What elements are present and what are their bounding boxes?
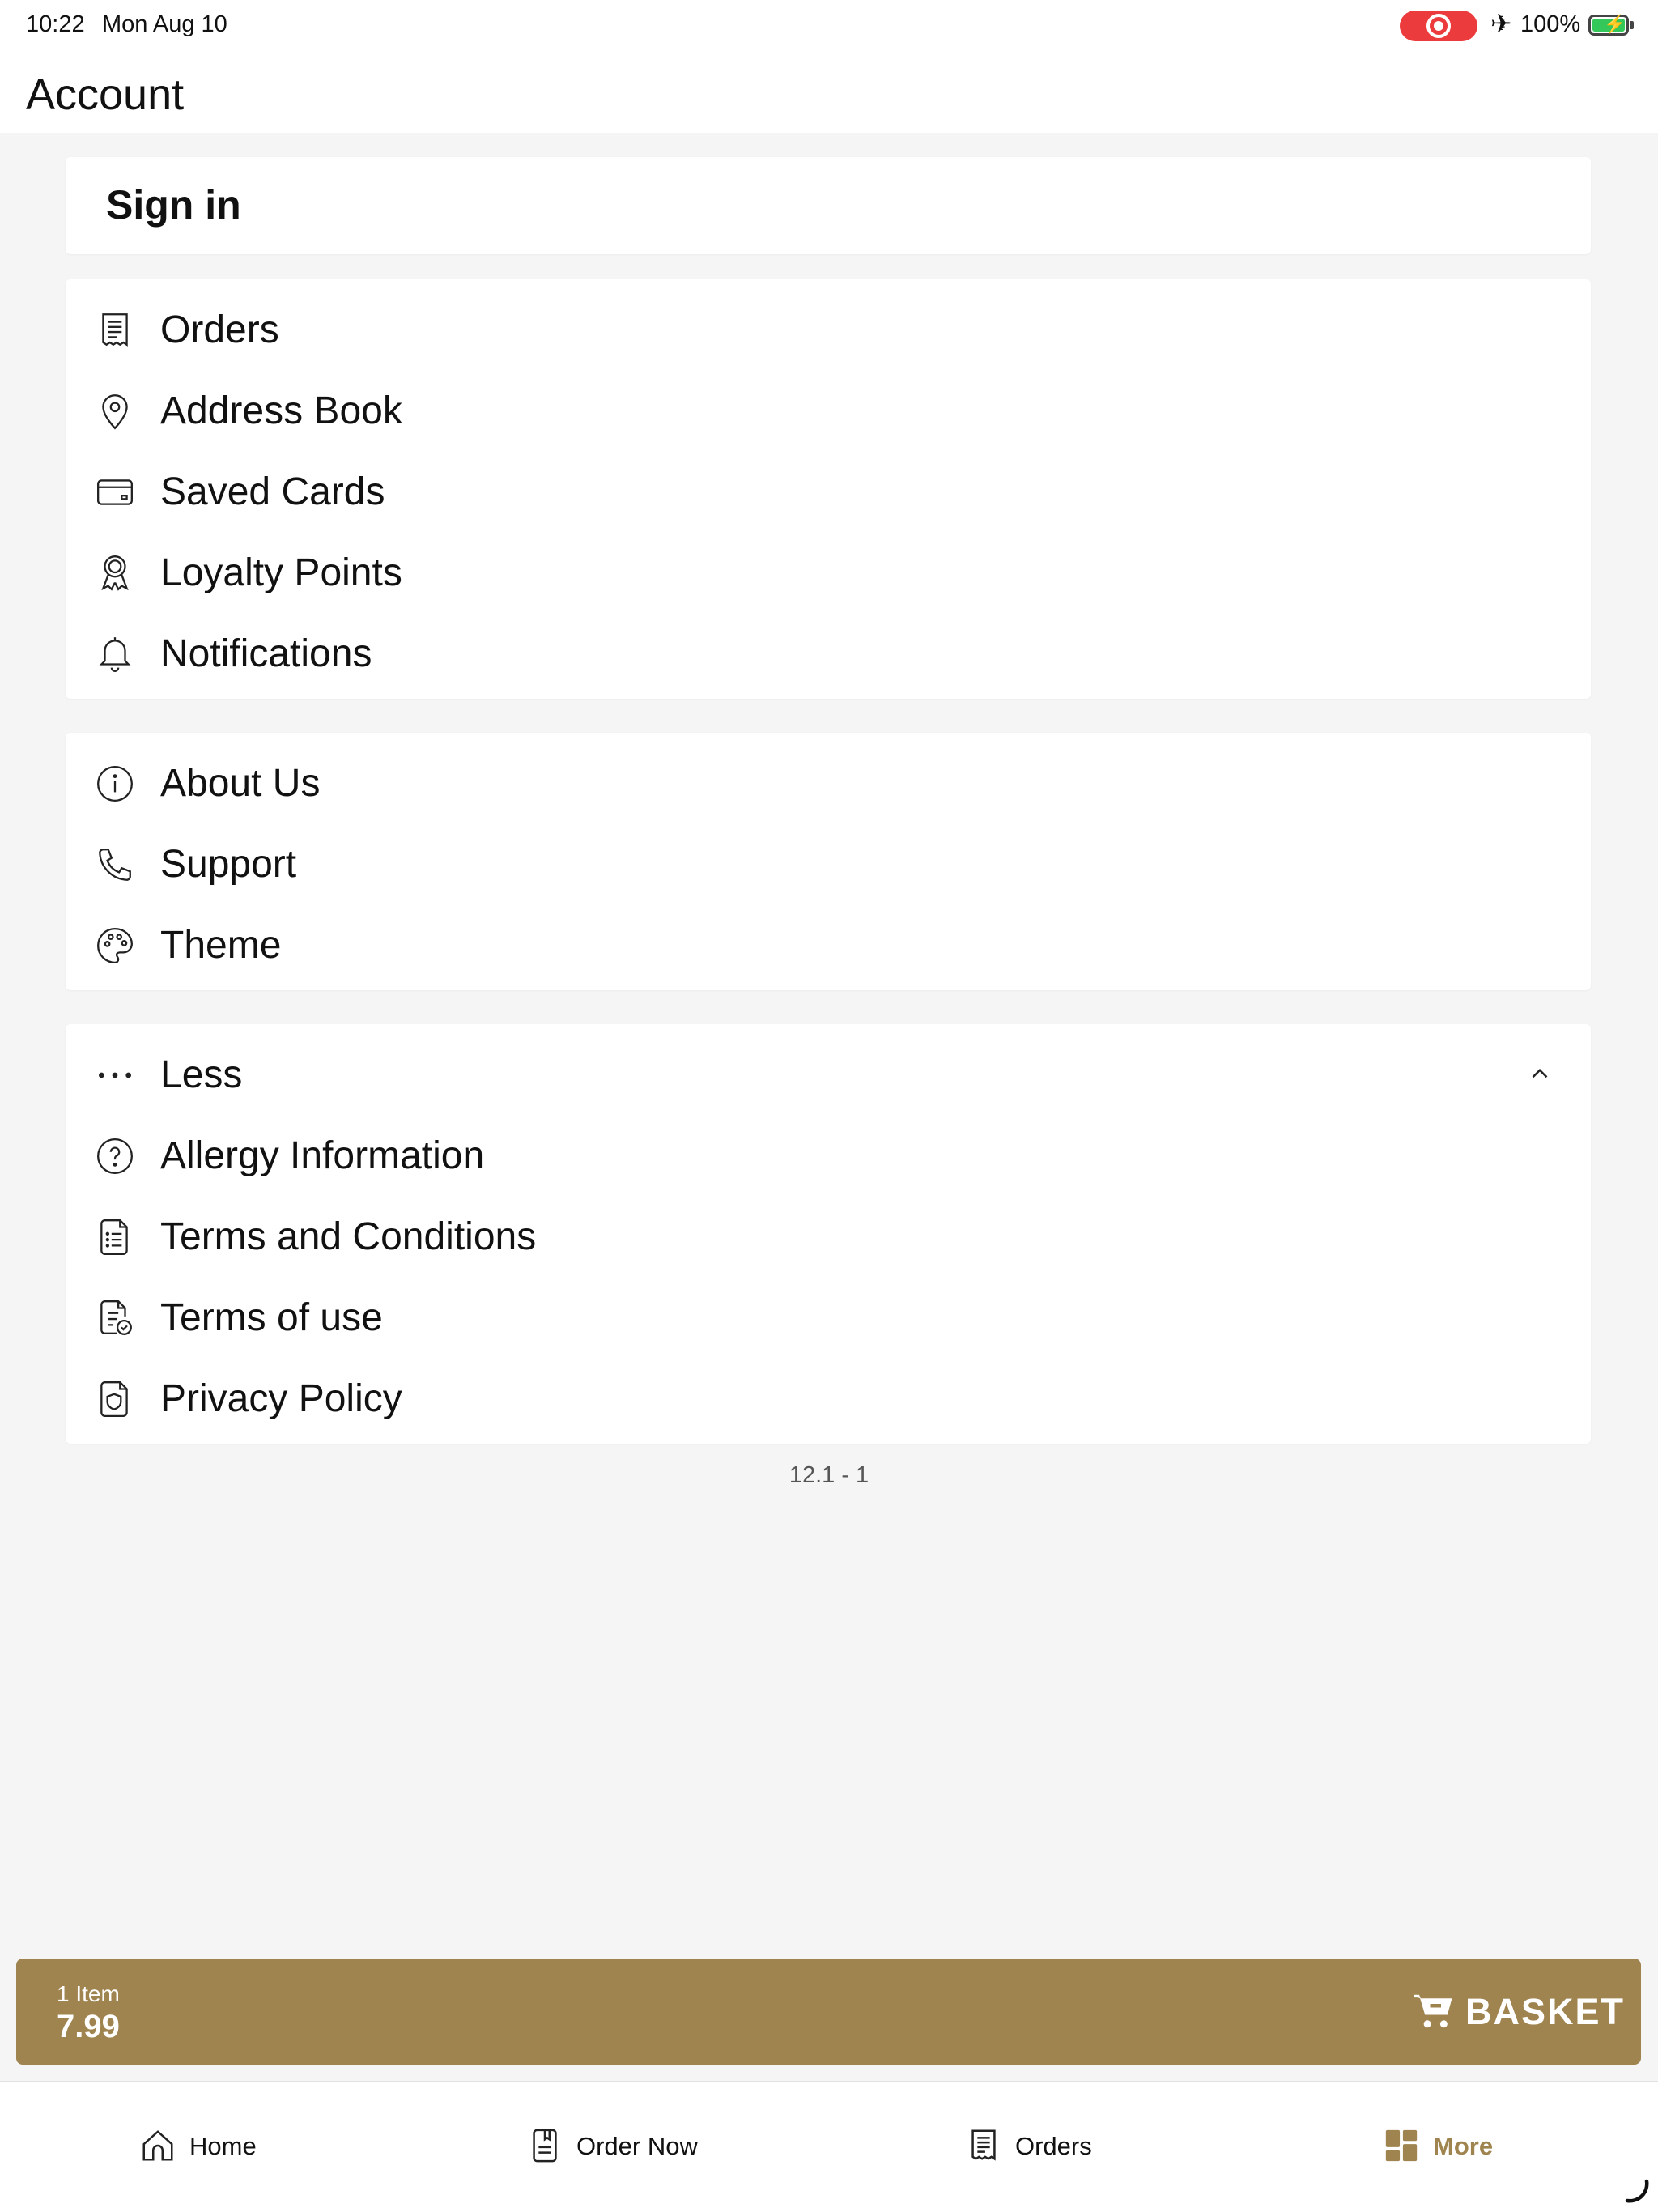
menu-item-label: Loyalty Points — [160, 551, 402, 594]
info-menu: About Us Support Theme — [66, 733, 1591, 990]
cart-icon — [1412, 1989, 1456, 2033]
loading-spinner-icon — [1622, 2176, 1652, 2206]
menu-item-label: Allergy Information — [160, 1134, 485, 1177]
menu-item-label: Saved Cards — [160, 470, 385, 513]
more-dots-icon — [95, 1055, 135, 1095]
menu-item-terms-of-use[interactable]: Terms of use — [66, 1275, 1591, 1356]
basket-label: BASKET — [1465, 1991, 1626, 2032]
map-pin-icon — [95, 391, 135, 432]
tab-label: Home — [189, 2132, 257, 2160]
award-icon — [95, 553, 135, 593]
airplane-icon: ✈ — [1490, 9, 1512, 38]
menu-item-label: Terms of use — [160, 1296, 383, 1339]
page-title: Account — [26, 70, 185, 119]
menu-item-theme[interactable]: Theme — [66, 903, 1591, 984]
tab-bar: Home Order Now Orders More — [0, 2081, 1658, 2212]
menu-item-orders[interactable]: Orders — [66, 287, 1591, 368]
battery-percentage: 100% — [1520, 11, 1581, 37]
menu-item-label: Privacy Policy — [160, 1377, 402, 1420]
status-bar: 10:22 Mon Aug 10 ✈ 100% ⚡ — [0, 0, 1658, 52]
menu-item-support[interactable]: Support — [66, 822, 1591, 903]
menu-item-about-us[interactable]: About Us — [66, 741, 1591, 822]
document-check-icon — [95, 1298, 135, 1338]
sign-in-button[interactable]: Sign in — [66, 157, 1591, 254]
sign-in-label: Sign in — [106, 182, 241, 228]
menu-item-terms-and-conditions[interactable]: Terms and Conditions — [66, 1194, 1591, 1275]
menu-item-label: Theme — [160, 924, 282, 967]
basket-total: 7.99 — [57, 2009, 120, 2044]
tab-label: More — [1433, 2132, 1494, 2160]
tab-label: Orders — [1015, 2132, 1092, 2160]
info-icon — [95, 764, 135, 804]
page-header: Account — [0, 52, 1658, 133]
chevron-up-icon — [1526, 1060, 1554, 1087]
document-list-icon — [95, 1217, 135, 1257]
menu-item-label: Support — [160, 843, 297, 886]
record-icon — [1426, 14, 1451, 38]
question-circle-icon — [95, 1136, 135, 1176]
tab-label: Order Now — [576, 2132, 698, 2160]
menu-item-notifications[interactable]: Notifications — [66, 611, 1591, 692]
menu-item-saved-cards[interactable]: Saved Cards — [66, 449, 1591, 530]
basket-item-count: 1 Item — [57, 1981, 120, 2006]
shield-document-icon — [95, 1379, 135, 1419]
grid-icon — [1383, 2127, 1420, 2164]
battery-icon: ⚡ — [1588, 14, 1629, 36]
credit-card-icon — [95, 472, 135, 513]
menu-item-allergy-information[interactable]: Allergy Information — [66, 1113, 1591, 1194]
phone-icon — [95, 844, 135, 885]
menu-item-loyalty-points[interactable]: Loyalty Points — [66, 530, 1591, 611]
menu-toggle-label: Less — [160, 1053, 243, 1096]
menu-item-label: About Us — [160, 762, 321, 805]
menu-item-label: Address Book — [160, 389, 402, 432]
status-time: 10:22 — [26, 11, 85, 37]
app-version: 12.1 - 1 — [789, 1462, 869, 1488]
menu-item-label: Terms and Conditions — [160, 1215, 537, 1258]
receipt-icon — [95, 310, 135, 351]
menu-item-label: Notifications — [160, 632, 372, 675]
account-menu: Orders Address Book Saved Cards Loyalty … — [66, 279, 1591, 699]
menu-book-icon — [526, 2127, 563, 2164]
bell-icon — [95, 634, 135, 674]
more-menu: Less Allergy Information Terms and Condi… — [66, 1024, 1591, 1444]
menu-item-privacy-policy[interactable]: Privacy Policy — [66, 1356, 1591, 1437]
menu-item-address-book[interactable]: Address Book — [66, 368, 1591, 449]
menu-toggle-less[interactable]: Less — [66, 1032, 1591, 1113]
screen-recording-indicator[interactable] — [1400, 11, 1477, 41]
palette-icon — [95, 925, 135, 966]
basket-button[interactable]: 1 Item 7.99 BASKET — [16, 1959, 1641, 2065]
battery-tip — [1630, 21, 1634, 29]
menu-item-label: Orders — [160, 308, 279, 351]
receipt-icon — [965, 2127, 1002, 2164]
status-date: Mon Aug 10 — [102, 11, 227, 37]
home-icon — [139, 2127, 176, 2164]
